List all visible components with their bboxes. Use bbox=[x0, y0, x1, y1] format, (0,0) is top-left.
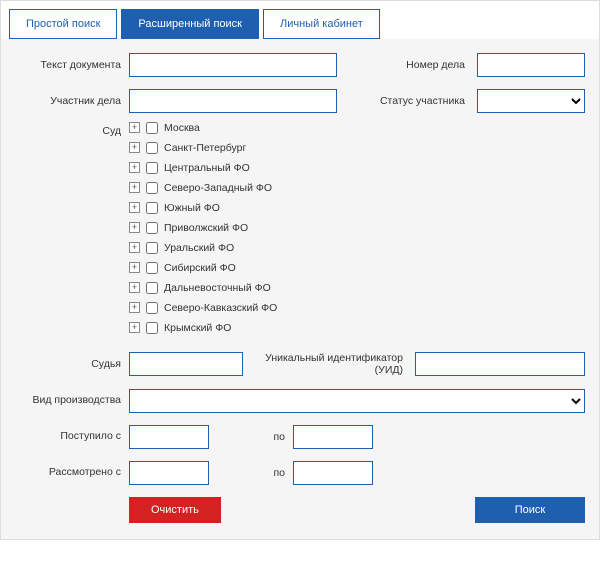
expand-icon[interactable]: + bbox=[129, 202, 140, 213]
expand-icon[interactable]: + bbox=[129, 142, 140, 153]
participant-status-select[interactable] bbox=[477, 89, 585, 113]
clear-button[interactable]: Очистить bbox=[129, 497, 221, 523]
received-to-label: по bbox=[255, 431, 285, 443]
expand-icon[interactable]: + bbox=[129, 122, 140, 133]
button-row: Очистить Поиск bbox=[15, 497, 585, 529]
reviewed-from-label: Рассмотрено с bbox=[15, 466, 121, 479]
received-from-label: Поступило с bbox=[15, 430, 121, 443]
court-name: Южный ФО bbox=[164, 202, 220, 214]
court-name: Крымский ФО bbox=[164, 322, 231, 334]
participant-label: Участник дела bbox=[15, 95, 121, 108]
court-checkbox[interactable] bbox=[146, 142, 158, 154]
search-button[interactable]: Поиск bbox=[475, 497, 585, 523]
court-checkbox[interactable] bbox=[146, 162, 158, 174]
court-name: Санкт-Петербург bbox=[164, 142, 246, 154]
received-from-input[interactable] bbox=[129, 425, 209, 449]
court-name: Уральский ФО bbox=[164, 242, 234, 254]
production-type-select[interactable] bbox=[129, 389, 585, 413]
expand-icon[interactable]: + bbox=[129, 162, 140, 173]
court-name: Центральный ФО bbox=[164, 162, 250, 174]
court-name: Северо-Западный ФО bbox=[164, 182, 272, 194]
court-tree-item: + Приволжский ФО bbox=[129, 222, 585, 234]
court-checkbox[interactable] bbox=[146, 122, 158, 134]
court-tree-item: + Северо-Кавказский ФО bbox=[129, 302, 585, 314]
court-label: Суд bbox=[15, 125, 121, 138]
court-checkbox[interactable] bbox=[146, 322, 158, 334]
court-tree-item: + Москва bbox=[129, 122, 585, 134]
search-page: Простой поиск Расширенный поиск Личный к… bbox=[0, 0, 600, 540]
court-checkbox[interactable] bbox=[146, 202, 158, 214]
court-name: Дальневосточный ФО bbox=[164, 282, 271, 294]
reviewed-from-input[interactable] bbox=[129, 461, 209, 485]
court-checkbox[interactable] bbox=[146, 182, 158, 194]
court-name: Сибирский ФО bbox=[164, 262, 236, 274]
tab-advanced-search[interactable]: Расширенный поиск bbox=[121, 9, 259, 39]
participant-input[interactable] bbox=[129, 89, 337, 113]
court-tree-item: + Сибирский ФО bbox=[129, 262, 585, 274]
court-tree-item: + Южный ФО bbox=[129, 202, 585, 214]
case-number-input[interactable] bbox=[477, 53, 585, 77]
court-checkbox[interactable] bbox=[146, 242, 158, 254]
uid-input[interactable] bbox=[415, 352, 585, 376]
doc-text-input[interactable] bbox=[129, 53, 337, 77]
judge-label: Судья bbox=[15, 358, 121, 371]
received-to-input[interactable] bbox=[293, 425, 373, 449]
court-checkbox[interactable] bbox=[146, 302, 158, 314]
court-checkbox[interactable] bbox=[146, 262, 158, 274]
court-tree-item: + Крымский ФО bbox=[129, 322, 585, 334]
court-tree-item: + Уральский ФО bbox=[129, 242, 585, 254]
court-tree-item: + Санкт-Петербург bbox=[129, 142, 585, 154]
expand-icon[interactable]: + bbox=[129, 222, 140, 233]
reviewed-to-input[interactable] bbox=[293, 461, 373, 485]
expand-icon[interactable]: + bbox=[129, 242, 140, 253]
uid-label: Уникальный идентификатор (УИД) bbox=[251, 352, 407, 377]
tab-personal-cabinet[interactable]: Личный кабинет bbox=[263, 9, 380, 39]
search-form: Текст документа Номер дела Участник дела… bbox=[1, 39, 599, 539]
reviewed-to-label: по bbox=[255, 467, 285, 479]
court-name: Приволжский ФО bbox=[164, 222, 248, 234]
court-name: Северо-Кавказский ФО bbox=[164, 302, 277, 314]
court-tree-item: + Дальневосточный ФО bbox=[129, 282, 585, 294]
expand-icon[interactable]: + bbox=[129, 322, 140, 333]
tabs: Простой поиск Расширенный поиск Личный к… bbox=[1, 1, 599, 39]
judge-input[interactable] bbox=[129, 352, 243, 376]
expand-icon[interactable]: + bbox=[129, 182, 140, 193]
court-tree-item: + Центральный ФО bbox=[129, 162, 585, 174]
expand-icon[interactable]: + bbox=[129, 302, 140, 313]
case-number-label: Номер дела bbox=[345, 59, 469, 72]
court-tree-item: + Северо-Западный ФО bbox=[129, 182, 585, 194]
production-type-label: Вид производства bbox=[15, 394, 121, 407]
expand-icon[interactable]: + bbox=[129, 262, 140, 273]
court-tree: + Москва + Санкт-Петербург + Центральный ФО + С… bbox=[129, 122, 585, 334]
expand-icon[interactable]: + bbox=[129, 282, 140, 293]
participant-status-label: Статус участника bbox=[345, 95, 469, 108]
court-checkbox[interactable] bbox=[146, 282, 158, 294]
tab-simple-search[interactable]: Простой поиск bbox=[9, 9, 117, 39]
court-checkbox[interactable] bbox=[146, 222, 158, 234]
doc-text-label: Текст документа bbox=[15, 59, 121, 72]
court-name: Москва bbox=[164, 122, 200, 134]
